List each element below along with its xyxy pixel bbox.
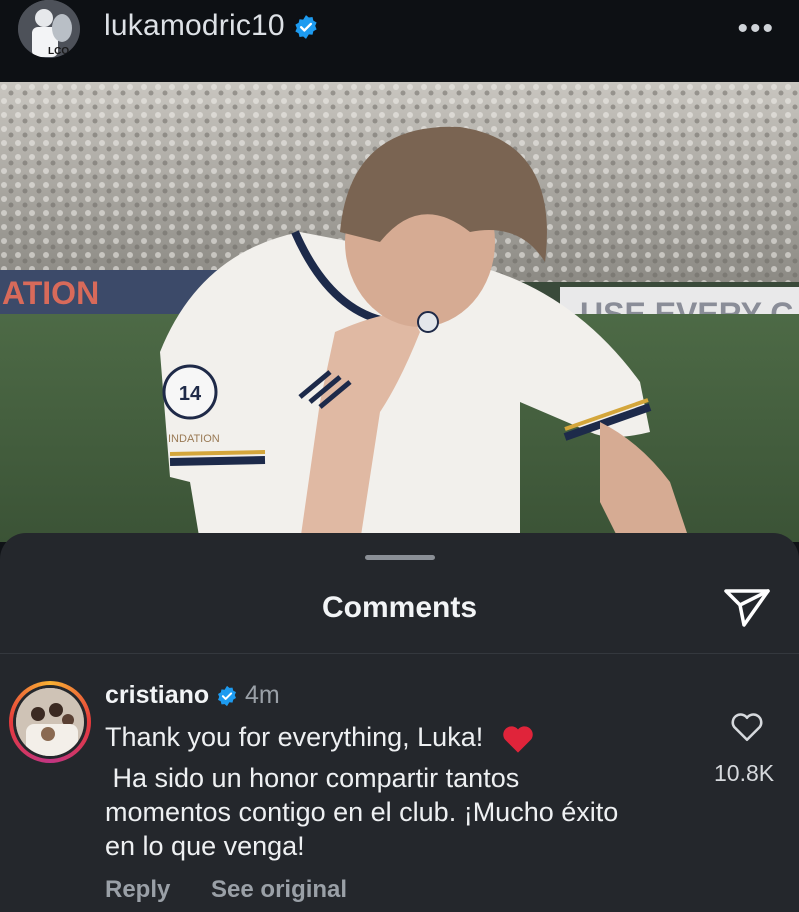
comment-avatar-image [16,688,84,756]
banner-left-text: ATION [2,275,99,311]
more-icon[interactable]: ••• [737,12,775,46]
post-username[interactable]: lukamodric10 [104,9,319,43]
comment-avatar-inner [13,685,87,759]
shirt-patch-text: INDATION [168,433,220,445]
username-text[interactable]: lukamodric10 [104,9,285,42]
comments-sheet: Comments cristiano 4m Thank you for ever… [0,533,799,912]
photo-illustration: ATION USE EVERY C 14 INDATION [0,82,799,542]
heart-icon[interactable] [730,711,764,743]
post-photo: ATION USE EVERY C 14 INDATION [0,82,799,542]
sheet-divider [0,653,799,654]
svg-text:LCO: LCO [48,46,69,57]
comment-actions: Reply See original [105,876,381,904]
comment-username[interactable]: cristiano [105,681,238,710]
avatar-photo [16,688,84,756]
comment-text-line1: Thank you for everything, Luka! [105,720,705,754]
see-original-button[interactable]: See original [211,876,347,903]
paper-plane-icon[interactable] [722,585,772,629]
comment-text-first: Thank you for everything, Luka! [105,722,484,752]
comment-username-text[interactable]: cristiano [105,681,209,709]
post-header: LCO lukamodric10 ••• [0,0,799,80]
comment-time: 4m [245,681,280,709]
verified-icon [218,686,237,707]
avatar[interactable]: LCO [18,0,80,58]
comment-text-rest: Ha sido un honor compartir tantos moment… [105,763,619,861]
avatar-image: LCO [18,0,80,58]
sheet-title: Comments [321,591,478,624]
sheet-grabber[interactable] [365,555,435,560]
verified-icon [295,15,317,39]
reply-button[interactable]: Reply [105,876,170,903]
red-heart-emoji-icon [503,726,533,753]
like-count: 10.8K [714,760,775,786]
badge-text: 14 [179,383,202,405]
comment-avatar[interactable] [9,681,91,763]
